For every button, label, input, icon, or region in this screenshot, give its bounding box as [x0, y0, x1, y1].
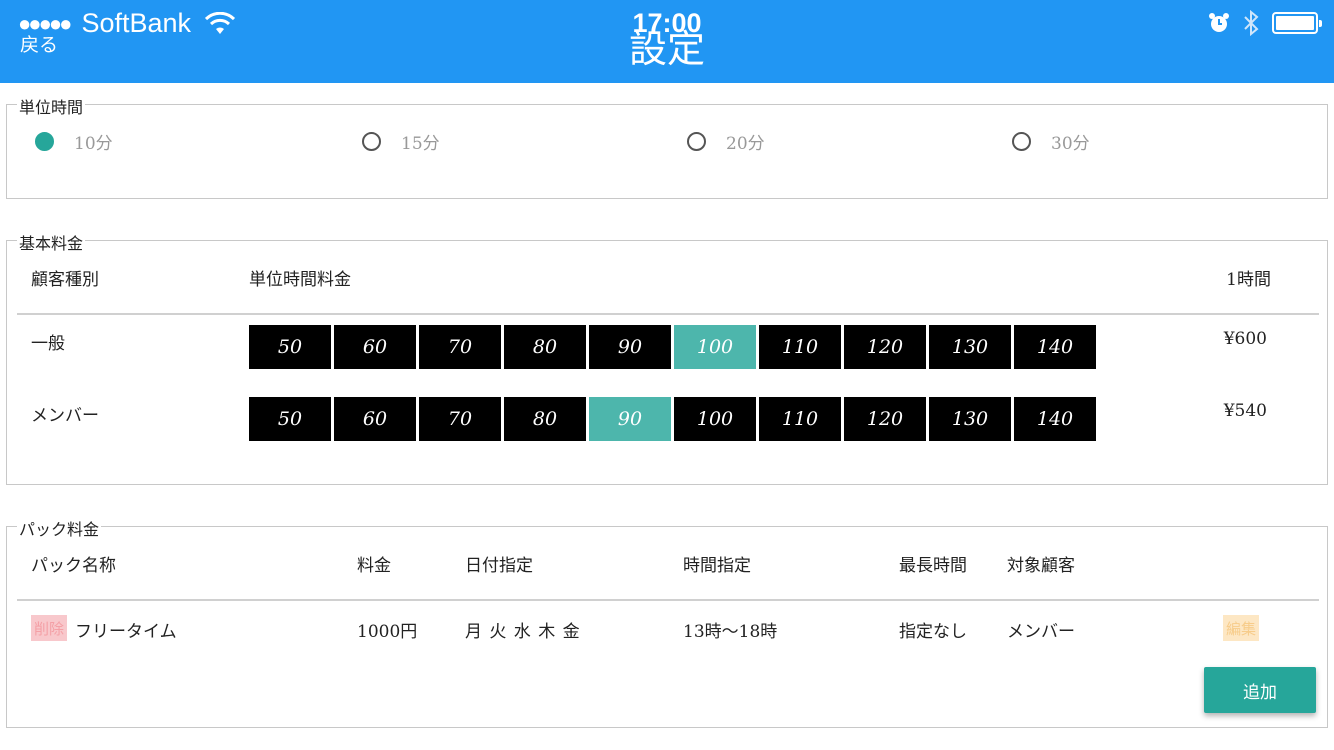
price-cell[interactable]: 90 — [589, 325, 671, 369]
price-cell[interactable]: 140 — [1014, 397, 1096, 441]
price-cell[interactable]: 110 — [759, 397, 841, 441]
pack-max-time: 指定なし — [899, 622, 967, 642]
base-fee-section: 基本料金 顧客種別 単位時間料金 1時間 一般 50 60 70 80 90 100 110… — [6, 230, 1328, 485]
pack-price: 1000円 — [357, 622, 418, 642]
price-cell[interactable]: 80 — [504, 325, 586, 369]
price-selector-general: 50 60 70 80 90 100 110 120 130 140 — [249, 325, 1099, 369]
page-title: 設定 — [628, 27, 705, 71]
pack-days: 月 火 水 木 金 — [465, 622, 580, 642]
row-label-member: メンバー — [31, 406, 99, 426]
price-cell[interactable]: 90 — [589, 397, 671, 441]
pack-target: メンバー — [1007, 622, 1075, 642]
unit-time-section: 単位時間 10分 15分 20分 30分 — [6, 94, 1328, 199]
price-cell[interactable]: 120 — [844, 325, 926, 369]
price-cell[interactable]: 110 — [759, 325, 841, 369]
row-label-general: 一般 — [31, 334, 65, 354]
delete-button[interactable]: 削除 — [31, 615, 67, 641]
radio-selected-icon — [35, 132, 54, 151]
hourly-price-general: ¥600 — [1223, 329, 1267, 349]
price-cell[interactable]: 50 — [249, 325, 331, 369]
status-bar-right — [1208, 10, 1322, 36]
hourly-price-member: ¥540 — [1223, 401, 1267, 421]
price-cell[interactable]: 100 — [674, 397, 756, 441]
add-button[interactable]: 追加 — [1204, 667, 1316, 713]
pack-time: 13時〜18時 — [683, 622, 778, 642]
unit-time-legend: 単位時間 — [17, 94, 86, 118]
price-selector-member: 50 60 70 80 90 100 110 120 130 140 — [249, 397, 1099, 441]
divider — [17, 313, 1319, 315]
radio-10min[interactable]: 10分 — [35, 129, 113, 154]
divider — [17, 599, 1319, 601]
price-cell[interactable]: 60 — [334, 325, 416, 369]
radio-label: 30分 — [1051, 134, 1090, 154]
price-cell[interactable]: 50 — [249, 397, 331, 441]
pack-fee-legend: パック料金 — [17, 516, 102, 540]
header-price: 料金 — [357, 556, 391, 576]
header-time: 時間指定 — [683, 556, 751, 576]
header-unit-fee: 単位時間料金 — [249, 270, 351, 290]
radio-30min[interactable]: 30分 — [1012, 129, 1090, 154]
header-customer-type: 顧客種別 — [31, 270, 99, 290]
radio-unselected-icon — [1012, 132, 1031, 151]
header-max-time: 最長時間 — [899, 556, 967, 576]
header-target: 対象顧客 — [1007, 556, 1075, 576]
header-pack-name: パック名称 — [31, 556, 116, 576]
radio-label: 10分 — [74, 134, 113, 154]
price-cell[interactable]: 70 — [419, 397, 501, 441]
price-cell[interactable]: 60 — [334, 397, 416, 441]
radio-15min[interactable]: 15分 — [362, 129, 440, 154]
price-cell[interactable]: 70 — [419, 325, 501, 369]
header-date: 日付指定 — [465, 556, 533, 576]
edit-button[interactable]: 編集 — [1223, 615, 1259, 641]
radio-unselected-icon — [362, 132, 381, 151]
pack-fee-section: パック料金 パック名称 料金 日付指定 時間指定 最長時間 対象顧客 削除 フリ… — [6, 516, 1328, 728]
header-per-hour: 1時間 — [1226, 270, 1271, 290]
price-cell[interactable]: 130 — [929, 325, 1011, 369]
price-cell[interactable]: 100 — [674, 325, 756, 369]
radio-label: 20分 — [726, 134, 765, 154]
base-fee-legend: 基本料金 — [17, 230, 86, 254]
bluetooth-icon — [1244, 10, 1259, 36]
radio-label: 15分 — [401, 134, 440, 154]
battery-icon — [1272, 12, 1322, 34]
navigation-bar: ●●●●● SoftBank 戻る 17:00 設定 — [0, 0, 1334, 83]
alarm-icon — [1209, 13, 1229, 32]
pack-name: フリータイム — [75, 622, 177, 642]
price-cell[interactable]: 80 — [504, 397, 586, 441]
price-cell[interactable]: 130 — [929, 397, 1011, 441]
price-cell[interactable]: 140 — [1014, 325, 1096, 369]
price-cell[interactable]: 120 — [844, 397, 926, 441]
radio-20min[interactable]: 20分 — [687, 129, 765, 154]
radio-unselected-icon — [687, 132, 706, 151]
